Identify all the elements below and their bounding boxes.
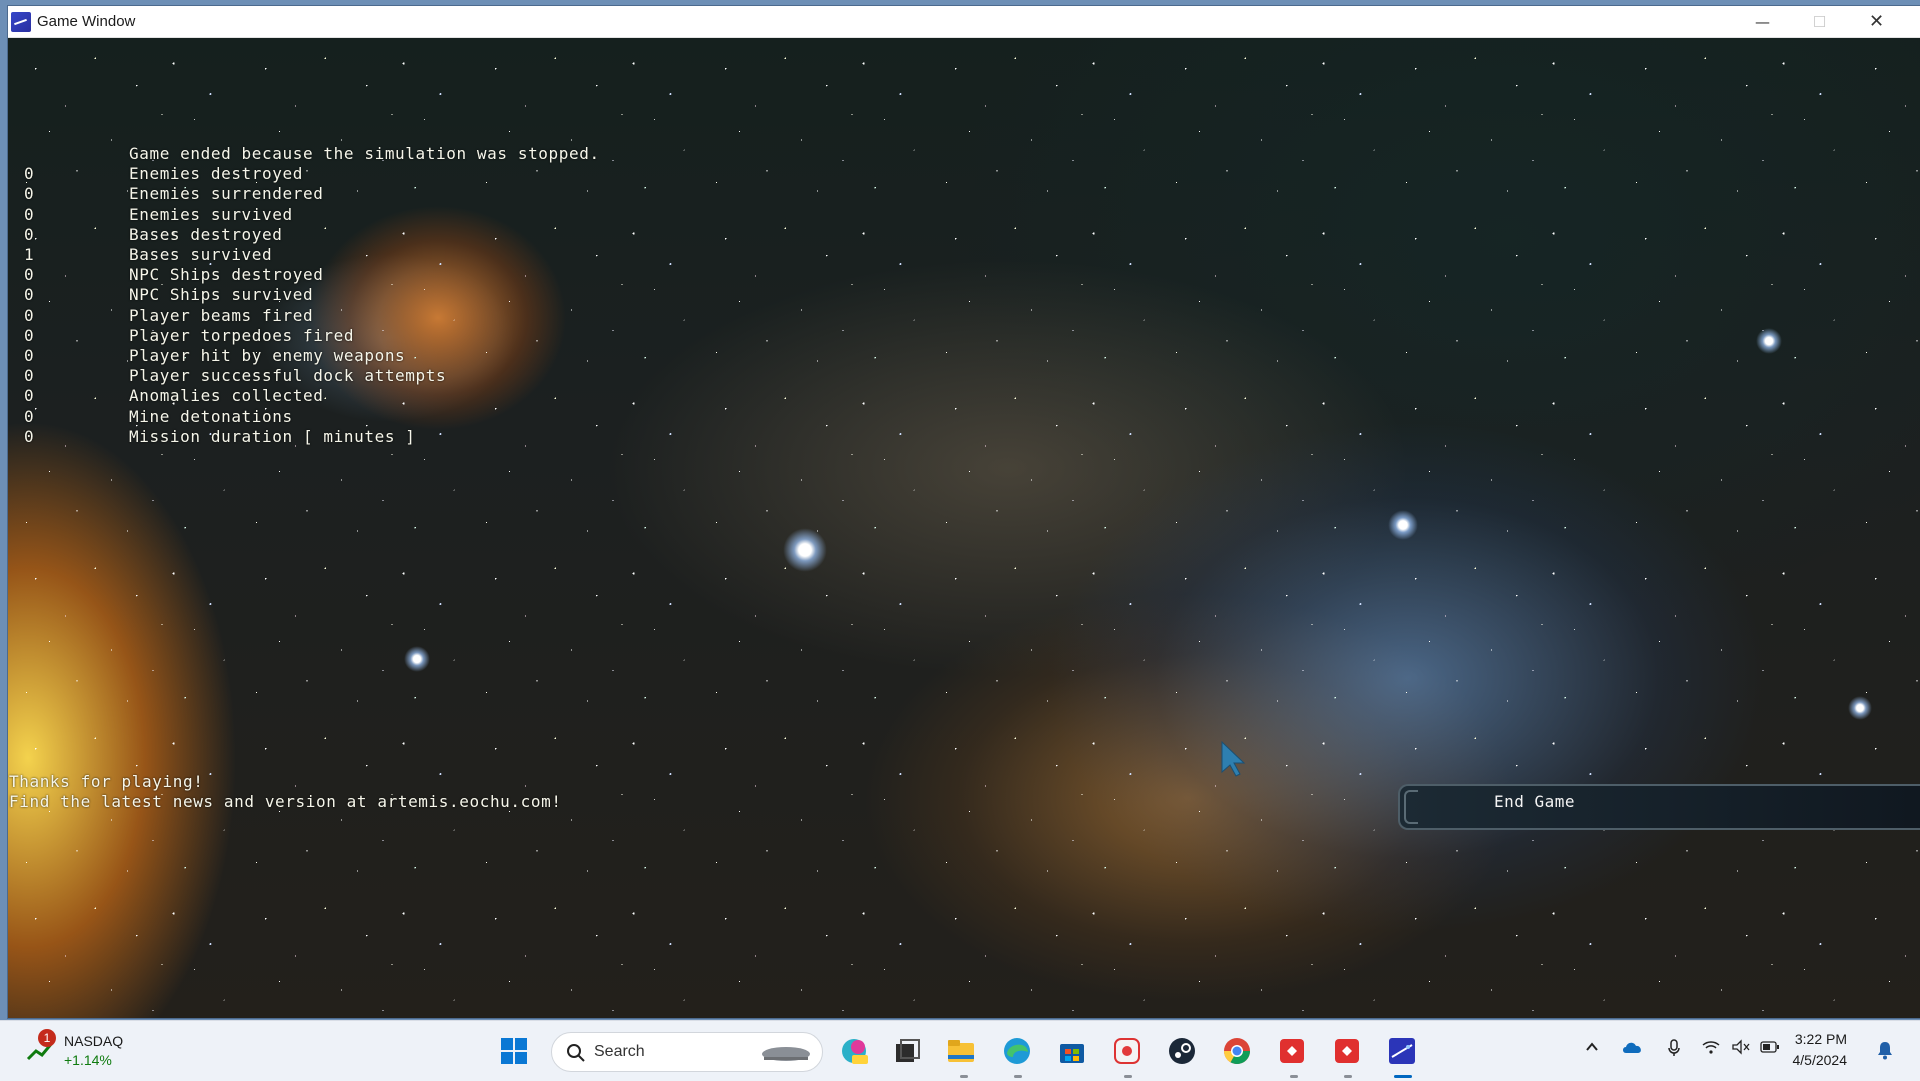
chrome-icon[interactable] — [1221, 1035, 1253, 1067]
bright-star — [1388, 510, 1418, 540]
stat-label: Player hit by enemy weapons — [129, 346, 406, 366]
end-game-label: End Game — [1494, 792, 1576, 811]
minimize-button[interactable]: — — [1734, 6, 1791, 37]
stat-row: 0 Player beams fired — [24, 306, 600, 326]
close-button[interactable]: ✕ — [1848, 6, 1905, 37]
stat-value: 0 — [24, 305, 35, 325]
mouse-cursor-icon — [1221, 740, 1246, 777]
running-indicator — [1124, 1075, 1132, 1078]
window-title: Game Window — [37, 13, 136, 30]
stat-row: 0 Player hit by enemy weapons — [24, 346, 600, 366]
app-red-1-icon[interactable] — [1276, 1035, 1308, 1067]
stat-value: 0 — [24, 386, 35, 406]
ticker-change: +1.14% — [64, 1052, 112, 1068]
stat-value: 0 — [24, 346, 35, 366]
edge-icon[interactable] — [1001, 1035, 1033, 1067]
stat-row: 0 NPC Ships survived — [24, 285, 600, 305]
stat-row: 0 Bases destroyed — [24, 225, 600, 245]
stat-value: 0 — [24, 406, 35, 426]
stat-label: Anomalies collected — [129, 386, 324, 406]
bright-star — [1848, 696, 1872, 720]
artemis-game-icon[interactable] — [1386, 1035, 1418, 1067]
stat-row: 0 Enemies survived — [24, 205, 600, 225]
stat-label: Enemies destroyed — [129, 164, 303, 184]
search-placeholder: Search — [594, 1043, 645, 1060]
stat-label: NPC Ships survived — [129, 285, 314, 305]
stat-label: Bases destroyed — [129, 224, 283, 244]
clock-date[interactable]: 4/5/2024 — [1775, 1052, 1848, 1068]
microsoft-store-icon[interactable] — [1056, 1035, 1088, 1067]
wifi-icon[interactable] — [1701, 1039, 1721, 1055]
footer-message: Thanks for playing! Find the latest news… — [9, 772, 562, 812]
running-indicator — [1014, 1075, 1022, 1078]
game-canvas[interactable]: Game ended because the simulation was st… — [8, 38, 1920, 1018]
running-indicator — [1290, 1075, 1298, 1078]
stat-value: 0 — [24, 224, 35, 244]
stat-row: 0 Enemies surrendered — [24, 184, 600, 204]
search-icon — [567, 1044, 585, 1062]
file-explorer-icon[interactable] — [945, 1035, 977, 1067]
clock-time[interactable]: 3:22 PM — [1775, 1031, 1847, 1047]
stat-label: Enemies surrendered — [129, 184, 324, 204]
notification-badge: 1 — [38, 1029, 56, 1047]
chevron-up-icon[interactable] — [1584, 1039, 1600, 1055]
onedrive-icon[interactable] — [1622, 1039, 1644, 1055]
stat-value: 0 — [24, 204, 35, 224]
bright-star — [1756, 328, 1782, 354]
volume-muted-icon[interactable] — [1731, 1039, 1751, 1055]
stat-row: 0 Player torpedoes fired — [24, 326, 600, 346]
steam-icon[interactable] — [1166, 1035, 1198, 1067]
active-indicator — [1394, 1075, 1412, 1078]
stat-label: Player beams fired — [129, 305, 314, 325]
title-bar[interactable]: Game Window — ☐ ✕ — [8, 6, 1920, 38]
artemis-app-icon — [11, 12, 31, 32]
stat-label: Enemies survived — [129, 204, 293, 224]
stat-value: 0 — [24, 426, 35, 446]
stat-label: Player torpedoes fired — [129, 325, 355, 345]
stat-value: 0 — [24, 265, 35, 285]
stat-label: Player successful dock attempts — [129, 366, 447, 386]
snipping-tool-icon[interactable] — [1111, 1035, 1143, 1067]
task-view-icon[interactable] — [891, 1035, 923, 1067]
stat-value: 1 — [24, 245, 35, 265]
stat-label: Mission duration [ minutes ] — [129, 426, 416, 446]
stat-row: 0 Player successful dock attempts — [24, 366, 600, 386]
ticker-name[interactable]: NASDAQ — [64, 1033, 123, 1049]
stat-value: 0 — [24, 366, 35, 386]
stat-row: 0 Anomalies collected — [24, 386, 600, 406]
end-game-button[interactable]: End Game — [1398, 784, 1920, 830]
stat-value: 0 — [24, 164, 35, 184]
bright-star — [404, 646, 430, 672]
search-input[interactable]: Search — [551, 1032, 823, 1072]
search-highlight-icon — [762, 1047, 810, 1061]
running-indicator — [1344, 1075, 1352, 1078]
stat-row: 0 Mine detonations — [24, 407, 600, 427]
notification-bell-icon[interactable] — [1876, 1040, 1894, 1060]
maximize-button[interactable]: ☐ — [1791, 6, 1848, 37]
stat-label: Mine detonations — [129, 406, 293, 426]
taskbar: 1 NASDAQ +1.14% Search 3:22 PM 4/5/2024 — [0, 1020, 1920, 1081]
stat-row: 0 Enemies destroyed — [24, 164, 600, 184]
stat-label: Bases survived — [129, 245, 273, 265]
stat-row: 1 Bases survived — [24, 245, 600, 265]
running-indicator — [960, 1075, 968, 1078]
news-link-text: Find the latest news and version at arte… — [9, 792, 562, 811]
mission-stats: Game ended because the simulation was st… — [24, 144, 600, 447]
copilot-icon[interactable] — [838, 1035, 870, 1067]
end-message: Game ended because the simulation was st… — [129, 144, 600, 163]
stat-label: NPC Ships destroyed — [129, 265, 324, 285]
stat-value: 0 — [24, 285, 35, 305]
stat-value: 0 — [24, 184, 35, 204]
windows-start-icon[interactable] — [498, 1035, 530, 1067]
thanks-text: Thanks for playing! — [9, 772, 204, 791]
stat-value: 0 — [24, 325, 35, 345]
microphone-icon[interactable] — [1666, 1039, 1682, 1057]
stat-row: 0 Mission duration [ minutes ] — [24, 427, 600, 447]
game-window: Game Window — ☐ ✕ Game ended because the… — [8, 6, 1920, 1018]
bright-star — [783, 528, 827, 572]
app-red-2-icon[interactable] — [1331, 1035, 1363, 1067]
stat-row: 0 NPC Ships destroyed — [24, 265, 600, 285]
